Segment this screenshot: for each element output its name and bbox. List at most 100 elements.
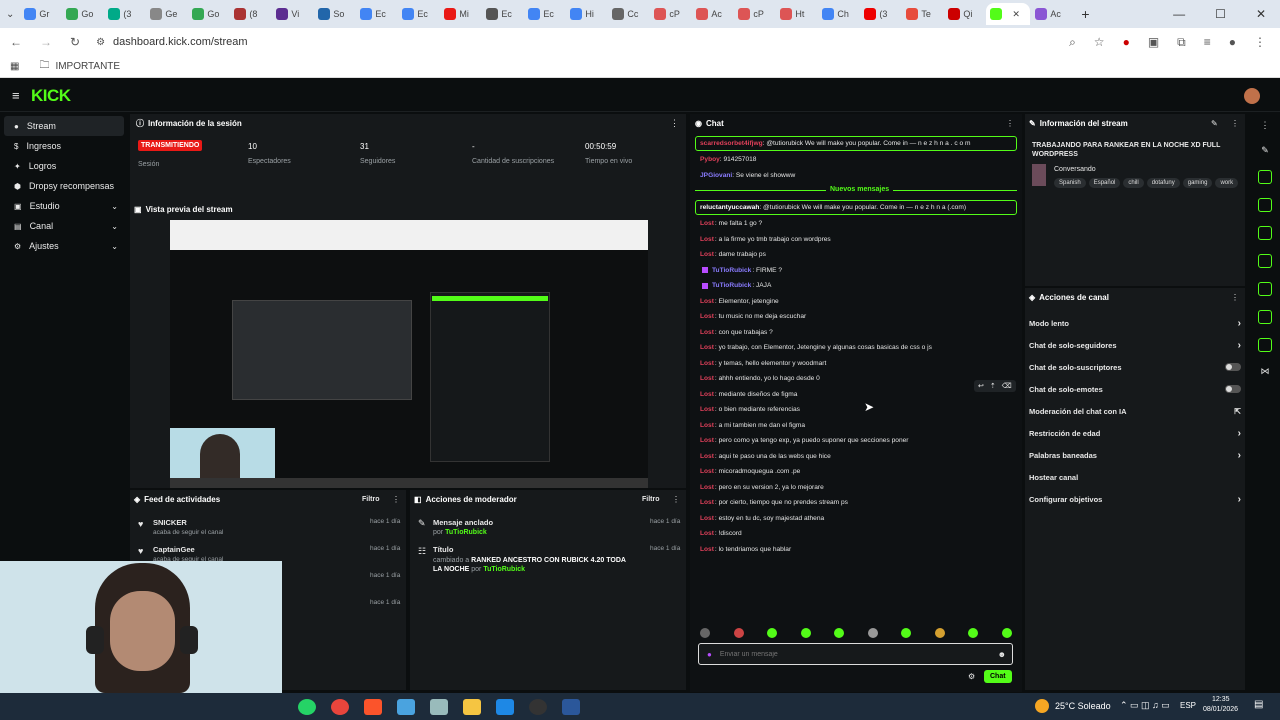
channel-action[interactable]: Hostear canal	[1029, 466, 1245, 488]
stream-tag[interactable]: Español	[1088, 178, 1121, 188]
chat-user[interactable]: Lost	[700, 499, 714, 506]
rail-flash-icon[interactable]	[1258, 198, 1272, 212]
feed-item-name[interactable]: CaptainGee	[153, 545, 195, 554]
channel-action[interactable]: Chat de solo-emotes	[1029, 378, 1245, 400]
sidebar-item[interactable]: ⚙ Ajustes ⌄	[4, 236, 124, 256]
browser-tab[interactable]: Ec	[398, 3, 439, 25]
puzzle-icon[interactable]: ⧉	[1177, 35, 1186, 50]
brave-icon[interactable]	[364, 698, 382, 715]
browser-tab[interactable]: Ac	[692, 3, 733, 25]
mod-filter[interactable]: Filtro	[642, 496, 660, 503]
emote-icon[interactable]	[867, 628, 878, 638]
emote-icon[interactable]	[934, 628, 945, 638]
external-link-icon[interactable]: ⇱	[1234, 407, 1241, 416]
browser-tab[interactable]: Ec	[524, 3, 565, 25]
toggle-switch[interactable]	[1225, 385, 1241, 393]
minimize-icon[interactable]: —	[1173, 7, 1185, 21]
browser-tab[interactable]: Gr	[20, 3, 61, 25]
obs-icon[interactable]	[529, 698, 547, 715]
chat-menu-icon[interactable]: ⋮	[1006, 119, 1014, 128]
channel-action[interactable]: Modo lento ›	[1029, 312, 1245, 334]
chrome-icon[interactable]	[331, 698, 349, 715]
chat-user[interactable]: Lost	[700, 530, 714, 537]
more-icon[interactable]: ⋮	[1254, 35, 1266, 50]
url-field[interactable]: dashboard.kick.com/stream	[113, 36, 248, 48]
browser-tab[interactable]: ✕	[986, 3, 1031, 25]
chat-user[interactable]: Lost	[700, 468, 714, 475]
forward-icon[interactable]: →	[40, 35, 52, 49]
close-window-icon[interactable]: ✕	[1256, 7, 1266, 21]
channel-actions-menu-icon[interactable]: ⋮	[1231, 293, 1239, 302]
stream-tag[interactable]: chill	[1123, 178, 1144, 188]
mod-item-user[interactable]: TuTioRubick	[445, 529, 487, 536]
chat-user[interactable]: Lost	[700, 515, 714, 522]
emote-icon[interactable]	[800, 628, 811, 638]
chat-message-field[interactable]	[719, 650, 980, 658]
chat-user[interactable]: Lost	[700, 313, 714, 320]
site-info-icon[interactable]: ⚙	[96, 37, 105, 48]
spam-user[interactable]: reluctantyuccawah	[700, 204, 759, 211]
mod-menu-icon[interactable]: ⋮	[672, 495, 680, 504]
channel-action[interactable]: Configurar objetivos ›	[1029, 488, 1245, 510]
kick-logo[interactable]: KICK	[31, 86, 71, 106]
back-icon[interactable]: ←	[10, 35, 22, 49]
folder-icon[interactable]: 🗀	[39, 58, 49, 75]
rail-share-icon[interactable]: ⋈	[1261, 366, 1270, 377]
emote-icon[interactable]	[968, 628, 979, 638]
sidebar-item[interactable]: ⬢ Dropsy recompensas	[4, 176, 124, 196]
stream-tag[interactable]: gaming	[1182, 178, 1213, 188]
chat-user[interactable]: Lost	[700, 437, 714, 444]
browser-tab[interactable]: Cc	[608, 3, 649, 25]
rail-more-icon[interactable]: ⋮	[1261, 120, 1270, 131]
channel-action[interactable]: Restricción de edad ›	[1029, 422, 1245, 444]
rail-chat-icon[interactable]	[1258, 254, 1272, 268]
browser-tab[interactable]: Qi	[944, 3, 985, 25]
stream-tag[interactable]: dotafuny	[1146, 178, 1180, 188]
emoji-icon[interactable]: ☻	[998, 650, 1006, 659]
emote-icon[interactable]	[901, 628, 912, 638]
vscode-icon[interactable]	[496, 698, 514, 715]
maximize-icon[interactable]: ☐	[1215, 7, 1226, 21]
hamburger-icon[interactable]: ≡	[12, 88, 20, 103]
delete-icon[interactable]: ⌫	[1002, 382, 1012, 390]
browser-tab[interactable]: Vi	[272, 3, 313, 25]
stream-info-menu-icon[interactable]: ⋮	[1231, 119, 1239, 128]
send-chat-button[interactable]: Chat	[984, 670, 1012, 683]
tray-icons[interactable]: ⌃ ▭ ◫ ♫ ▭	[1120, 700, 1170, 711]
toggle-switch[interactable]	[1225, 363, 1241, 371]
stream-tag[interactable]: work	[1215, 178, 1239, 188]
chat-user[interactable]: Lost	[700, 220, 714, 227]
chat-user[interactable]: Pyboy	[700, 156, 720, 163]
sidebar-item[interactable]: ✦ Logros	[4, 156, 124, 176]
stream-tag[interactable]: Spanish	[1054, 178, 1086, 188]
new-tab-icon[interactable]: +	[1081, 6, 1089, 22]
chat-user[interactable]: JPGiovani	[700, 172, 732, 179]
clock-date[interactable]: 08/01/2026	[1203, 706, 1238, 713]
channel-action[interactable]: Moderación del chat con IA ⇱	[1029, 400, 1245, 422]
extension2-icon[interactable]: ▣	[1148, 35, 1159, 50]
profile-icon[interactable]: ●	[1229, 35, 1236, 50]
browser-tab[interactable]: Ge	[146, 3, 187, 25]
sidebar-item[interactable]: ● Stream	[4, 116, 124, 136]
pin-message-icon[interactable]: ⇡	[990, 382, 996, 390]
browser-tab[interactable]: Ht	[776, 3, 817, 25]
sidebar-item[interactable]: $ Ingresos	[4, 136, 124, 156]
browser-tab[interactable]: Ch	[818, 3, 859, 25]
avatar[interactable]	[1244, 88, 1260, 104]
chat-user[interactable]: Lost	[700, 375, 714, 382]
app-icon[interactable]	[430, 698, 448, 715]
chat-user[interactable]: TuTioRubick	[712, 267, 751, 274]
bookmark-folder[interactable]: IMPORTANTE	[55, 61, 120, 72]
browser-tab[interactable]: Hi	[566, 3, 607, 25]
extension-icon[interactable]: ●	[1123, 35, 1130, 50]
menu-icon[interactable]: ≡	[1204, 35, 1211, 50]
files-icon[interactable]	[463, 698, 481, 715]
feed-filter[interactable]: Filtro	[362, 496, 380, 503]
browser-tab[interactable]: (3	[104, 3, 145, 25]
clock-time[interactable]: 12:35	[1212, 696, 1230, 703]
feed-item-name[interactable]: SNICKER	[153, 518, 187, 527]
chat-input[interactable]: ● ☻	[698, 643, 1013, 665]
rail-link-icon[interactable]	[1258, 282, 1272, 296]
rail-chart-icon[interactable]	[1258, 226, 1272, 240]
rail-tool-icon[interactable]	[1258, 338, 1272, 352]
